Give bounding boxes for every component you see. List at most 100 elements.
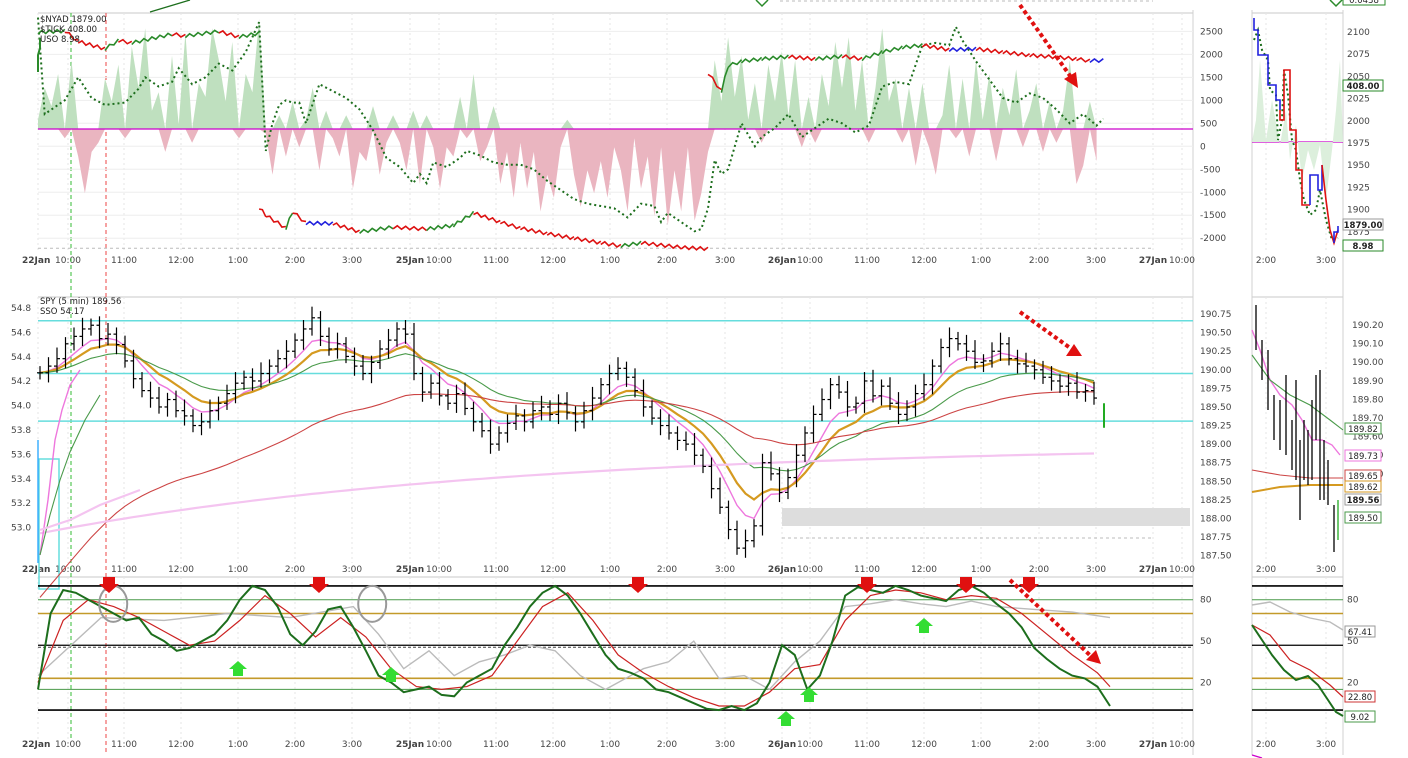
spy-price-bar	[164, 392, 171, 417]
price-y-tick-label: 187.75	[1200, 533, 1232, 543]
time-tick-label: 22Jan	[22, 256, 50, 266]
breadth-side-y-tick-label: 2025	[1347, 95, 1370, 105]
time-tick-label: 2:00	[657, 565, 677, 575]
spy-price-bar	[538, 395, 545, 421]
ma-pink-line	[39, 337, 1095, 520]
breadth-y-tick-label: -1000	[1200, 188, 1226, 198]
spy-price-bar	[71, 327, 77, 351]
price-y-tick-label: 189.00	[1200, 440, 1232, 450]
spy-price-bar	[555, 394, 562, 425]
time-tick-label: 11:00	[854, 740, 880, 750]
time-tick-label: 3:00	[715, 565, 735, 575]
sso-y-tick-label: 53.6	[11, 450, 31, 460]
spy-price-bar	[725, 500, 732, 540]
time-tick-label: 25Jan	[396, 256, 424, 266]
spy-price-bar	[122, 335, 128, 368]
time-tick-label: 1:00	[228, 740, 248, 750]
price-side-y-tick-label: 190.00	[1352, 358, 1384, 368]
time-tick-label: 2:00	[285, 256, 305, 266]
nyad-segment	[426, 223, 454, 232]
spy-price-bar	[683, 431, 689, 451]
time-tick-label: 25Jan	[396, 565, 424, 575]
price-y-tick-label: 189.25	[1200, 422, 1232, 432]
sso-y-tick-label: 54.4	[11, 353, 31, 363]
red-dotted-arrow	[1018, 310, 1075, 352]
spy-price-bar	[1014, 349, 1021, 374]
spy-price-bar	[266, 359, 273, 384]
price-y-tick-label: 190.00	[1200, 366, 1232, 376]
nyad-segment	[519, 226, 548, 236]
spy-price-bar	[912, 384, 919, 417]
red-dotted-arrow	[1008, 578, 1095, 660]
price-y-tick-label: 188.50	[1200, 477, 1232, 487]
nyad-segment	[265, 215, 287, 228]
tick-positive-area	[38, 19, 1097, 129]
tick-legend: $TICK 408.00	[40, 25, 97, 35]
nyad-segment	[452, 210, 475, 228]
spy-price-bar	[938, 338, 944, 373]
nyad-segment	[1089, 58, 1104, 64]
time-tick-label: 26Jan	[768, 565, 796, 575]
spy-price-bar	[972, 340, 978, 370]
price-y-tick-label: 189.50	[1200, 403, 1232, 413]
nyad-segment	[1076, 57, 1091, 63]
time-tick-label: 3:00	[1086, 740, 1106, 750]
price-y-tick-label: 188.75	[1200, 459, 1232, 469]
spy-price-bar	[717, 477, 723, 514]
time-tick-label: 11:00	[854, 565, 880, 575]
time-tick-label: 10:00	[55, 256, 81, 266]
sso-y-tick-label: 54.2	[11, 377, 31, 387]
nyad-segment	[104, 38, 120, 51]
side-value-label: 189.73	[1348, 452, 1378, 462]
nyad-segment	[948, 46, 977, 53]
top-value-label: 0.0438	[1349, 0, 1379, 6]
spy-price-bar	[589, 386, 596, 421]
tick-negative-area	[38, 129, 1097, 226]
time-tick-label: 10:00	[797, 565, 823, 575]
spy-price-bar	[734, 520, 740, 555]
time-tick-label: 1:00	[971, 565, 991, 575]
time-tick-label: 10:00	[797, 740, 823, 750]
spy-price-bar	[955, 331, 961, 351]
spy-price-bar	[283, 340, 290, 369]
price-y-tick-label: 188.25	[1200, 496, 1232, 506]
time-tick-label: 2:00	[1029, 565, 1049, 575]
side-oscillator-y-tick-label: 20	[1347, 679, 1359, 689]
price-y-tick-label: 190.50	[1200, 329, 1232, 339]
spy-price-bar	[657, 409, 664, 436]
breadth-side-y-tick-label: 2100	[1347, 28, 1370, 38]
side-time-tick-label: 3:00	[1316, 256, 1336, 266]
nyad-segment	[131, 32, 173, 46]
sso-y-tick-label: 53.2	[11, 499, 31, 509]
price-y-tick-label: 190.25	[1200, 347, 1232, 357]
time-tick-label: 27Jan	[1139, 256, 1167, 266]
price-gap-zone	[782, 508, 1190, 526]
spy-price-bar	[819, 388, 825, 422]
price-side-y-tick-label: 190.10	[1352, 340, 1384, 350]
side-value-label: 22.80	[1348, 693, 1372, 703]
time-tick-label: 1:00	[600, 565, 620, 575]
breadth-side-y-tick-label: 1925	[1347, 183, 1370, 193]
spy-price-bar	[1057, 374, 1063, 393]
time-tick-label: 3:00	[715, 740, 735, 750]
nyad-segment	[740, 56, 763, 64]
time-tick-label: 12:00	[911, 740, 937, 750]
side-value-label: 9.02	[1351, 713, 1370, 723]
spy-price-bar	[513, 404, 519, 430]
time-tick-label: 10:00	[426, 256, 452, 266]
time-tick-label: 1:00	[600, 256, 620, 266]
nyad-segment	[881, 45, 903, 55]
time-tick-label: 2:00	[285, 565, 305, 575]
nyad-segment	[680, 244, 709, 252]
time-tick-label: 3:00	[715, 256, 735, 266]
nyad-segment	[787, 54, 816, 62]
nyad-segment	[1002, 49, 1031, 58]
price-side-y-tick-label: 189.90	[1352, 377, 1384, 387]
nyad-segment	[332, 222, 360, 234]
time-tick-label: 12:00	[168, 256, 194, 266]
spy-legend: SPY (5 min) 189.56	[40, 297, 121, 307]
price-side-y-tick-label: 190.20	[1352, 321, 1384, 331]
spy-price-bar	[751, 519, 757, 548]
sell-signal-arrow	[309, 577, 329, 593]
time-tick-label: 10:00	[1169, 256, 1195, 266]
